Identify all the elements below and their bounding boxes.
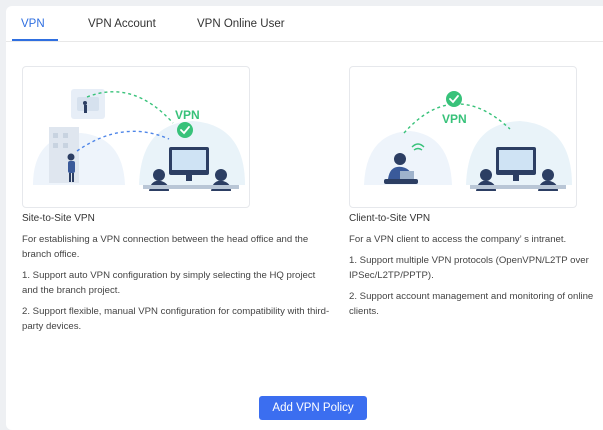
site-to-site-summary: For establishing a VPN connection betwee… bbox=[22, 234, 309, 260]
vpn-illustration-label: VPN bbox=[175, 108, 200, 122]
tab-vpn-online-user[interactable]: VPN Online User bbox=[197, 18, 285, 30]
site-to-site-feature-1: 1. Support auto VPN configuration by sim… bbox=[22, 270, 316, 296]
site-to-site-illustration: VPN bbox=[33, 89, 245, 191]
client-to-site-summary: For a VPN client to access the company’ … bbox=[349, 234, 567, 245]
client-to-site-illustration-card: VPN bbox=[349, 66, 577, 208]
site-to-site-feature-2: 2. Support flexible, manual VPN configur… bbox=[22, 306, 330, 332]
client-to-site-illustration: VPN bbox=[364, 91, 572, 191]
site-to-site-description: For establishing a VPN connection betwee… bbox=[22, 232, 330, 340]
add-vpn-policy-button[interactable]: Add VPN Policy bbox=[259, 396, 367, 420]
tab-bar: VPN VPN Account VPN Online User bbox=[6, 6, 603, 42]
client-to-site-feature-2: 2. Support account management and monito… bbox=[349, 291, 594, 317]
tab-vpn-account[interactable]: VPN Account bbox=[88, 18, 156, 30]
site-to-site-illustration-card: VPN bbox=[22, 66, 250, 208]
active-tab-indicator bbox=[12, 39, 58, 41]
client-to-site-description: For a VPN client to access the company’ … bbox=[349, 232, 599, 325]
vpn-panel: VPN VPN Account VPN Online User VPN VPN … bbox=[6, 6, 603, 430]
tab-vpn[interactable]: VPN bbox=[21, 18, 45, 30]
client-to-site-title: Client-to-Site VPN bbox=[349, 213, 431, 224]
site-to-site-title: Site-to-Site VPN bbox=[22, 213, 95, 224]
vpn-illustration-label: VPN bbox=[442, 112, 467, 126]
client-to-site-feature-1: 1. Support multiple VPN protocols (OpenV… bbox=[349, 255, 589, 281]
